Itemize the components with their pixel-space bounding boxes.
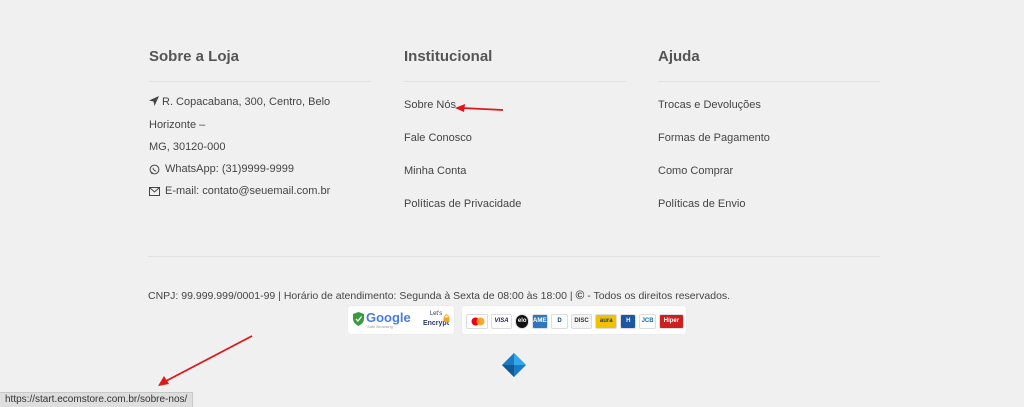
legal-text: CNPJ: 99.999.999/0001-99 | Horário de at… bbox=[148, 290, 573, 302]
whatsapp-text: WhatsApp: (31)9999-9999 bbox=[165, 163, 295, 175]
divider bbox=[404, 81, 626, 82]
link-fale-conosco[interactable]: Fale Conosco bbox=[404, 130, 626, 163]
link-minha-conta[interactable]: Minha Conta bbox=[404, 163, 626, 196]
address-line-1: R. Copacabana, 300, Centro, Belo Horizon… bbox=[149, 96, 331, 131]
address-line-2: MG, 30120-000 bbox=[149, 141, 226, 153]
hipercard-icon: Hiper bbox=[658, 313, 685, 329]
amex-icon: AMEX bbox=[532, 313, 549, 329]
copyright-icon: © bbox=[575, 288, 585, 302]
store-info-column: Sobre a Loja R. Copacabana, 300, Centro,… bbox=[149, 48, 371, 202]
visa-icon: VISA bbox=[490, 313, 513, 329]
google-safe-browsing-badge[interactable]: Google Safe Browsing bbox=[353, 310, 415, 331]
footer-divider bbox=[148, 256, 880, 257]
whatsapp-icon bbox=[149, 164, 161, 175]
link-politicas-envio[interactable]: Políticas de Envio bbox=[658, 196, 880, 229]
hipercard-blue-icon: H bbox=[620, 313, 637, 329]
diners-icon: D bbox=[551, 313, 568, 329]
discover-icon: DISC bbox=[570, 313, 593, 329]
link-politicas-privacidade[interactable]: Políticas de Privacidade bbox=[404, 196, 626, 229]
link-sobre-nos[interactable]: Sobre Nós bbox=[404, 97, 626, 130]
link-como-comprar[interactable]: Como Comprar bbox=[658, 163, 880, 196]
email-contact[interactable]: E-mail: contato@seuemail.com.br bbox=[149, 180, 371, 202]
store-logo[interactable] bbox=[502, 353, 526, 377]
legal-info: CNPJ: 99.999.999/0001-99 | Horário de at… bbox=[148, 288, 730, 302]
payment-methods: VISA elo AMEX D DISC aura H JCB Hiper bbox=[466, 310, 685, 332]
email-text: E-mail: contato@seuemail.com.br bbox=[165, 185, 331, 197]
envelope-icon bbox=[149, 186, 161, 196]
institucional-title: Institucional bbox=[404, 48, 493, 65]
divider bbox=[149, 81, 371, 82]
link-formas-pagamento[interactable]: Formas de Pagamento bbox=[658, 130, 880, 163]
aura-icon: aura bbox=[595, 313, 618, 329]
google-subtitle: Safe Browsing bbox=[367, 324, 393, 329]
annotation-arrow-status-url bbox=[158, 335, 253, 386]
ajuda-title: Ajuda bbox=[658, 48, 700, 65]
letsencrypt-badge[interactable]: Let's Encrypt bbox=[422, 310, 450, 332]
address: R. Copacabana, 300, Centro, Belo Horizon… bbox=[149, 91, 371, 158]
lock-icon bbox=[443, 309, 450, 327]
rights-text: - Todos os direitos reservados. bbox=[587, 290, 731, 302]
jcb-icon: JCB bbox=[639, 313, 656, 329]
divider bbox=[658, 81, 880, 82]
whatsapp-contact[interactable]: WhatsApp: (31)9999-9999 bbox=[149, 158, 371, 180]
google-wordmark: Google bbox=[366, 310, 411, 325]
link-trocas-devolucoes[interactable]: Trocas e Devoluções bbox=[658, 97, 880, 130]
ajuda-column: Ajuda Trocas e Devoluções Formas de Paga… bbox=[658, 48, 880, 229]
shield-icon bbox=[353, 312, 364, 331]
elo-icon: elo bbox=[515, 313, 530, 329]
institucional-column: Institucional Sobre Nós Fale Conosco Min… bbox=[404, 48, 626, 229]
store-info-title: Sobre a Loja bbox=[149, 48, 240, 65]
mastercard-icon bbox=[466, 313, 488, 329]
security-badges: Google Safe Browsing Let's Encrypt bbox=[348, 306, 454, 334]
browser-status-bar: https://start.ecomstore.com.br/sobre-nos… bbox=[0, 392, 194, 407]
location-arrow-icon bbox=[149, 92, 159, 114]
